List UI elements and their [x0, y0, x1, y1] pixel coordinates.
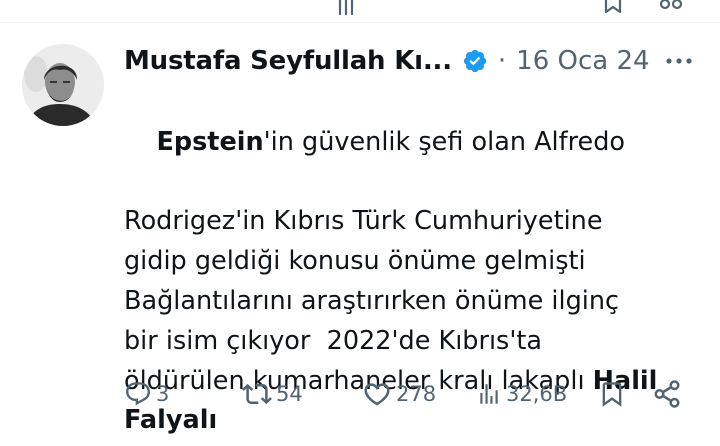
tweet-text-line: Rodrigez'in Kıbrıs Türk Cumhuriyetine — [124, 202, 704, 242]
separator-dot: · — [497, 46, 507, 76]
tweet-text-line: gidip geldiği konusu önüme gelmişti — [124, 242, 704, 282]
share-button[interactable] — [652, 374, 682, 414]
tweet-text-segment: gidip geldiği konusu önüme gelmişti — [124, 246, 586, 277]
views-icon — [480, 384, 498, 404]
previous-tweet-actions — [0, 0, 720, 22]
tweet-divider — [0, 22, 720, 23]
bookmark-icon — [602, 382, 622, 407]
retweet-count: 54 — [276, 382, 303, 406]
tweet-header: Mustafa Seyfullah Kı... · 16 Oca 24 — [124, 42, 650, 80]
tweet-text-segment: Rodrigez'in Kıbrıs Türk Cumhuriyetine — [124, 206, 603, 237]
more-button[interactable] — [664, 48, 694, 74]
reply-button[interactable]: 3 — [124, 374, 169, 414]
tweet-text-line: Epstein'in güvenlik şefi olan Alfredo — [124, 83, 704, 202]
retweet-button[interactable]: 54 — [242, 374, 303, 414]
avatar[interactable] — [22, 44, 104, 126]
retweet-icon — [242, 383, 272, 405]
verified-badge-icon[interactable] — [462, 48, 488, 74]
previous-views-icon[interactable] — [336, 0, 360, 18]
heart-icon — [364, 383, 390, 406]
reply-count: 3 — [156, 382, 170, 406]
previous-bookmark-icon[interactable] — [603, 0, 623, 14]
views-count: 32,6B — [506, 382, 568, 406]
tweet-date[interactable]: 16 Oca 24 — [516, 46, 649, 76]
like-count: 278 — [396, 382, 437, 406]
tweet-text-segment: 'in güvenlik şefi olan Alfredo — [263, 126, 625, 157]
more-icon — [666, 58, 692, 64]
reply-icon — [126, 382, 150, 406]
tweet-text-segment: bir isim çıkıyor 2022'de Kıbrıs'ta — [124, 325, 542, 356]
views-button[interactable]: 32,6B — [476, 374, 567, 414]
author-display-name[interactable]: Mustafa Seyfullah Kı... — [124, 46, 452, 76]
previous-share-icon[interactable] — [660, 0, 682, 14]
tweet-text-segment: Bağlantılarını araştırırken önüme ilginç — [124, 285, 620, 316]
tweet-text-line: Bağlantılarını araştırırken önüme ilginç — [124, 282, 704, 322]
tweet-action-bar: 3 54 278 32,6B — [0, 374, 720, 414]
bookmark-button[interactable] — [598, 374, 626, 414]
share-icon — [654, 380, 680, 408]
tweet-text-line: bir isim çıkıyor 2022'de Kıbrıs'ta — [124, 322, 704, 362]
avatar-photo — [22, 44, 104, 126]
like-button[interactable]: 278 — [362, 374, 436, 414]
mention-epstein: Epstein — [156, 126, 264, 157]
